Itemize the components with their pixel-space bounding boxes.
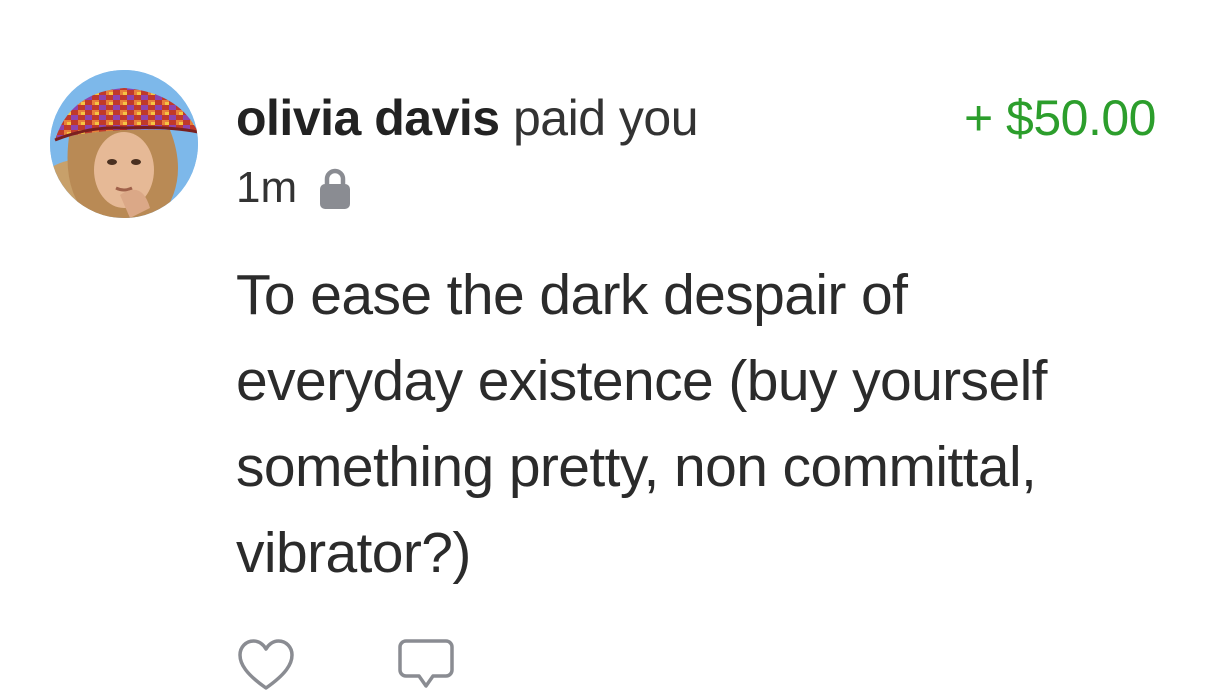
comment-icon[interactable]: [396, 636, 456, 696]
payment-note: To ease the dark despair of everyday exi…: [236, 263, 1047, 585]
lock-icon: [320, 168, 351, 209]
transaction-action: paid you: [513, 90, 699, 146]
sender-name[interactable]: olivia davis: [236, 90, 500, 146]
avatar[interactable]: [50, 70, 198, 218]
transaction-header: olivia davis paid you: [236, 88, 699, 148]
heart-icon[interactable]: [236, 636, 296, 696]
transaction-meta: 1m: [236, 160, 351, 216]
transaction-amount: + $50.00: [963, 90, 1157, 146]
timestamp: 1m: [236, 163, 298, 212]
action-bar: [236, 636, 456, 696]
avatar-photo: [50, 70, 198, 218]
